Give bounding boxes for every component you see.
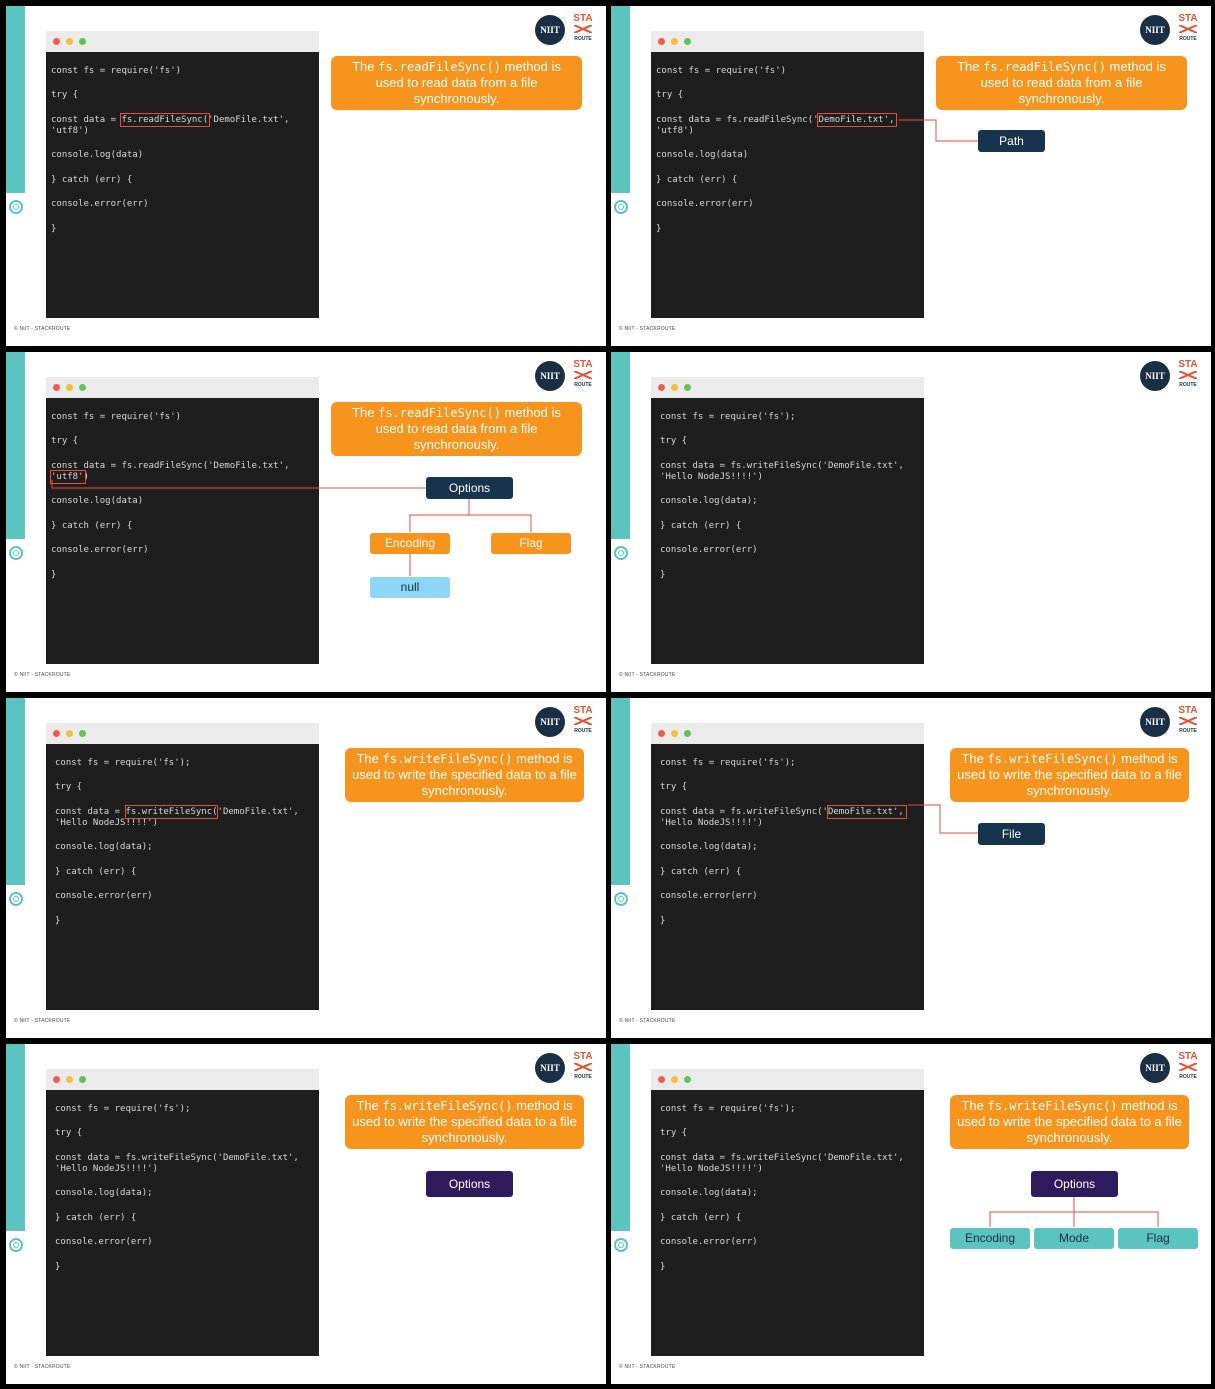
code-line: } catch (err) { xyxy=(55,867,137,877)
maximize-dot-icon xyxy=(79,1076,86,1083)
minimize-dot-icon xyxy=(66,1076,73,1083)
code-line: 'utf8') xyxy=(51,126,89,136)
highlight-method xyxy=(120,113,210,127)
close-dot-icon xyxy=(658,384,665,391)
maximize-dot-icon xyxy=(684,384,691,391)
code-editor: const fs = require('fs'); try { const da… xyxy=(46,1090,319,1356)
ring-icon xyxy=(9,892,23,906)
code-line: } xyxy=(55,1262,61,1272)
code-line: const data = fs.writeFileSync('DemoFile.… xyxy=(55,1153,299,1163)
stackroute-logo: STA ROUTE xyxy=(573,705,593,735)
accent-bar xyxy=(611,352,630,539)
editor-titlebar xyxy=(46,31,319,52)
slide-write-options-tree: © NIIT - STACKROUTE NIIT STA ROUTE const … xyxy=(611,1044,1211,1384)
read-callout: The fs.readFileSync() method is used to … xyxy=(331,56,582,110)
write-callout: The fs.writeFileSync() method is used to… xyxy=(950,1095,1189,1149)
editor-titlebar xyxy=(46,723,319,744)
editor-titlebar xyxy=(651,377,924,398)
code-line: const fs = require('fs'); xyxy=(660,412,796,422)
code-line: try { xyxy=(55,1128,83,1138)
highlight-method xyxy=(125,805,218,819)
maximize-dot-icon xyxy=(79,38,86,45)
write-callout: The fs.writeFileSync() method is used to… xyxy=(345,1095,584,1149)
niit-logo: NIIT xyxy=(1140,361,1170,391)
null-box: null xyxy=(370,577,450,598)
code-line: 'Hello NodeJS!!!!') xyxy=(55,1164,158,1174)
slide-read-path: © NIIT - STACKROUTE NIIT STA ROUTE const … xyxy=(611,6,1211,346)
path-box: Path xyxy=(978,130,1045,152)
code-line: console.error(err) xyxy=(660,545,758,555)
code-line: } xyxy=(51,224,57,234)
code-line: try { xyxy=(51,90,79,100)
options-box: Options xyxy=(426,1171,513,1197)
code-line: console.error(err) xyxy=(55,1237,153,1247)
ring-icon xyxy=(9,200,23,214)
read-callout: The fs.readFileSync() method is used to … xyxy=(331,402,582,456)
stackroute-logo: STA ROUTE xyxy=(573,1051,593,1081)
accent-bar xyxy=(6,6,25,193)
code-line: 'Hello NodeJS!!!!') xyxy=(55,818,158,828)
accent-bar xyxy=(6,1044,25,1231)
slide-read-method: © NIIT - STACKROUTE NIIT STA ROUTE const … xyxy=(6,6,606,346)
minimize-dot-icon xyxy=(66,38,73,45)
niit-logo: NIIT xyxy=(535,707,565,737)
copyright: © NIIT - STACKROUTE xyxy=(619,672,676,678)
slide-write-code: © NIIT - STACKROUTE NIIT STA ROUTE const … xyxy=(611,352,1211,692)
mode-box: Mode xyxy=(1034,1228,1114,1249)
stackroute-logo: STA ROUTE xyxy=(573,13,593,43)
code-line: } catch (err) { xyxy=(660,521,742,531)
accent-bar xyxy=(6,698,25,885)
code-line: console.log(data); xyxy=(55,1188,153,1198)
close-dot-icon xyxy=(53,38,60,45)
close-dot-icon xyxy=(53,730,60,737)
slide-write-method: © NIIT - STACKROUTE NIIT STA ROUTE const … xyxy=(6,698,606,1038)
code-line: console.error(err) xyxy=(55,891,153,901)
ring-icon xyxy=(9,1238,23,1252)
slide-write-options: © NIIT - STACKROUTE NIIT STA ROUTE const … xyxy=(6,1044,606,1384)
code-line: try { xyxy=(660,436,688,446)
encoding-box: Encoding xyxy=(950,1228,1030,1249)
copyright: © NIIT - STACKROUTE xyxy=(14,1364,71,1370)
code-line: } xyxy=(55,916,61,926)
options-box: Options xyxy=(1031,1171,1118,1197)
code-line: } catch (err) { xyxy=(55,1213,137,1223)
file-box: File xyxy=(978,823,1045,845)
code-line: const fs = require('fs'); xyxy=(55,1104,191,1114)
code-editor: const fs = require('fs'); try { const da… xyxy=(651,398,924,664)
code-line: } catch (err) { xyxy=(51,175,133,185)
close-dot-icon xyxy=(53,1076,60,1083)
write-callout: The fs.writeFileSync() method is used to… xyxy=(345,748,584,802)
stackroute-logo: STA ROUTE xyxy=(1178,359,1198,389)
niit-logo: NIIT xyxy=(535,1053,565,1083)
write-callout: The fs.writeFileSync() method is used to… xyxy=(950,748,1189,802)
code-line: console.log(data) xyxy=(51,150,144,160)
code-line: const data = fs.writeFileSync('DemoFile.… xyxy=(660,461,904,471)
minimize-dot-icon xyxy=(66,730,73,737)
read-callout: The fs.readFileSync() method is used to … xyxy=(936,56,1187,110)
code-line: console.log(data); xyxy=(55,842,153,852)
copyright: © NIIT - STACKROUTE xyxy=(14,326,71,332)
minimize-dot-icon xyxy=(671,384,678,391)
maximize-dot-icon xyxy=(79,730,86,737)
encoding-box: Encoding xyxy=(370,533,450,554)
options-box: Options xyxy=(426,477,513,499)
code-line: } xyxy=(660,570,666,580)
editor-titlebar xyxy=(46,1069,319,1090)
niit-logo: NIIT xyxy=(535,15,565,45)
code-line: const fs = require('fs'); xyxy=(55,758,191,768)
copyright: © NIIT - STACKROUTE xyxy=(14,1018,71,1024)
code-editor: const fs = require('fs') try { const dat… xyxy=(46,52,319,318)
slide-write-file: © NIIT - STACKROUTE NIIT STA ROUTE const … xyxy=(611,698,1211,1038)
flag-box: Flag xyxy=(491,533,571,554)
code-line: console.log(data); xyxy=(660,496,758,506)
ring-icon xyxy=(614,546,628,560)
code-editor: const fs = require('fs'); try { const da… xyxy=(46,744,319,1010)
code-line: console.error(err) xyxy=(51,199,149,209)
slide-read-options: © NIIT - STACKROUTE NIIT STA ROUTE const … xyxy=(6,352,606,692)
code-line: 'Hello NodeJS!!!!') xyxy=(660,472,763,482)
code-line: try { xyxy=(55,782,83,792)
flag-box: Flag xyxy=(1118,1228,1198,1249)
code-line: const fs = require('fs') xyxy=(51,66,182,76)
